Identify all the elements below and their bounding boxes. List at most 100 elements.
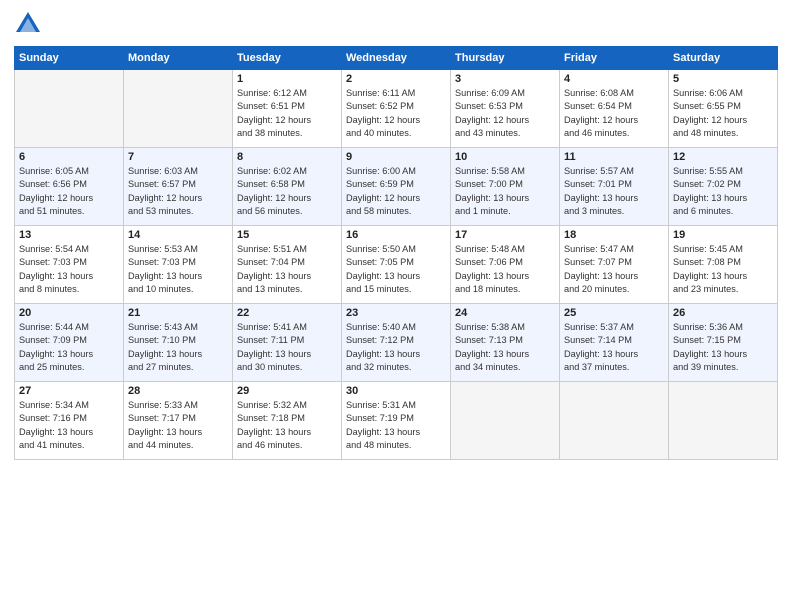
- day-info: Sunrise: 5:55 AM Sunset: 7:02 PM Dayligh…: [673, 165, 773, 218]
- day-cell: 18 Sunrise: 5:47 AM Sunset: 7:07 PM Dayli…: [560, 226, 669, 304]
- day-info: Sunrise: 5:45 AM Sunset: 7:08 PM Dayligh…: [673, 243, 773, 296]
- day-info: Sunrise: 5:34 AM Sunset: 7:16 PM Dayligh…: [19, 399, 119, 452]
- day-info: Sunrise: 6:11 AM Sunset: 6:52 PM Dayligh…: [346, 87, 446, 140]
- day-cell: 28 Sunrise: 5:33 AM Sunset: 7:17 PM Dayli…: [124, 382, 233, 460]
- day-cell: 12 Sunrise: 5:55 AM Sunset: 7:02 PM Dayli…: [669, 148, 778, 226]
- day-number: 13: [19, 229, 119, 241]
- day-number: 9: [346, 151, 446, 163]
- day-number: 19: [673, 229, 773, 241]
- day-number: 26: [673, 307, 773, 319]
- day-number: 21: [128, 307, 228, 319]
- day-cell: 26 Sunrise: 5:36 AM Sunset: 7:15 PM Dayli…: [669, 304, 778, 382]
- col-header-wednesday: Wednesday: [342, 47, 451, 70]
- day-cell: 15 Sunrise: 5:51 AM Sunset: 7:04 PM Dayli…: [233, 226, 342, 304]
- week-row-2: 6Sunrise: 6:05 AM Sunset: 6:56 PM Daylig…: [15, 148, 778, 226]
- day-info: Sunrise: 5:48 AM Sunset: 7:06 PM Dayligh…: [455, 243, 555, 296]
- day-cell: 22 Sunrise: 5:41 AM Sunset: 7:11 PM Dayli…: [233, 304, 342, 382]
- day-cell: 6Sunrise: 6:05 AM Sunset: 6:56 PM Daylig…: [15, 148, 124, 226]
- day-cell: 2 Sunrise: 6:11 AM Sunset: 6:52 PM Daylig…: [342, 70, 451, 148]
- day-info: Sunrise: 5:47 AM Sunset: 7:07 PM Dayligh…: [564, 243, 664, 296]
- day-cell: 10 Sunrise: 5:58 AM Sunset: 7:00 PM Dayli…: [451, 148, 560, 226]
- day-info: Sunrise: 5:38 AM Sunset: 7:13 PM Dayligh…: [455, 321, 555, 374]
- day-number: 17: [455, 229, 555, 241]
- day-cell: 9Sunrise: 6:00 AM Sunset: 6:59 PM Daylig…: [342, 148, 451, 226]
- col-header-saturday: Saturday: [669, 47, 778, 70]
- page-header: [14, 10, 778, 38]
- day-number: 2: [346, 73, 446, 85]
- day-info: Sunrise: 6:08 AM Sunset: 6:54 PM Dayligh…: [564, 87, 664, 140]
- day-number: 15: [237, 229, 337, 241]
- day-number: 8: [237, 151, 337, 163]
- day-number: 28: [128, 385, 228, 397]
- day-cell: [451, 382, 560, 460]
- day-number: 6: [19, 151, 119, 163]
- week-row-3: 13 Sunrise: 5:54 AM Sunset: 7:03 PM Dayli…: [15, 226, 778, 304]
- logo: [14, 10, 44, 38]
- day-cell: 16 Sunrise: 5:50 AM Sunset: 7:05 PM Dayli…: [342, 226, 451, 304]
- day-number: 25: [564, 307, 664, 319]
- col-header-monday: Monday: [124, 47, 233, 70]
- day-info: Sunrise: 5:33 AM Sunset: 7:17 PM Dayligh…: [128, 399, 228, 452]
- day-cell: [15, 70, 124, 148]
- page-container: SundayMondayTuesdayWednesdayThursdayFrid…: [0, 0, 792, 470]
- day-info: Sunrise: 5:32 AM Sunset: 7:18 PM Dayligh…: [237, 399, 337, 452]
- day-cell: 30Sunrise: 5:31 AM Sunset: 7:19 PM Dayli…: [342, 382, 451, 460]
- day-number: 1: [237, 73, 337, 85]
- day-cell: 25 Sunrise: 5:37 AM Sunset: 7:14 PM Dayli…: [560, 304, 669, 382]
- day-cell: 4 Sunrise: 6:08 AM Sunset: 6:54 PM Daylig…: [560, 70, 669, 148]
- day-info: Sunrise: 6:03 AM Sunset: 6:57 PM Dayligh…: [128, 165, 228, 218]
- day-info: Sunrise: 5:51 AM Sunset: 7:04 PM Dayligh…: [237, 243, 337, 296]
- day-number: 29: [237, 385, 337, 397]
- day-info: Sunrise: 6:09 AM Sunset: 6:53 PM Dayligh…: [455, 87, 555, 140]
- day-cell: 21 Sunrise: 5:43 AM Sunset: 7:10 PM Dayli…: [124, 304, 233, 382]
- day-number: 14: [128, 229, 228, 241]
- day-number: 4: [564, 73, 664, 85]
- day-info: Sunrise: 6:06 AM Sunset: 6:55 PM Dayligh…: [673, 87, 773, 140]
- day-number: 10: [455, 151, 555, 163]
- day-cell: 8 Sunrise: 6:02 AM Sunset: 6:58 PM Daylig…: [233, 148, 342, 226]
- day-cell: 11Sunrise: 5:57 AM Sunset: 7:01 PM Dayli…: [560, 148, 669, 226]
- day-cell: 7 Sunrise: 6:03 AM Sunset: 6:57 PM Daylig…: [124, 148, 233, 226]
- day-number: 16: [346, 229, 446, 241]
- col-header-thursday: Thursday: [451, 47, 560, 70]
- day-cell: 5 Sunrise: 6:06 AM Sunset: 6:55 PM Daylig…: [669, 70, 778, 148]
- day-cell: 20 Sunrise: 5:44 AM Sunset: 7:09 PM Dayli…: [15, 304, 124, 382]
- col-header-tuesday: Tuesday: [233, 47, 342, 70]
- day-info: Sunrise: 5:31 AM Sunset: 7:19 PM Dayligh…: [346, 399, 446, 452]
- calendar-table: SundayMondayTuesdayWednesdayThursdayFrid…: [14, 46, 778, 460]
- day-cell: [669, 382, 778, 460]
- day-info: Sunrise: 5:37 AM Sunset: 7:14 PM Dayligh…: [564, 321, 664, 374]
- day-info: Sunrise: 6:12 AM Sunset: 6:51 PM Dayligh…: [237, 87, 337, 140]
- week-row-1: 1 Sunrise: 6:12 AM Sunset: 6:51 PM Daylig…: [15, 70, 778, 148]
- day-number: 3: [455, 73, 555, 85]
- day-number: 12: [673, 151, 773, 163]
- day-info: Sunrise: 6:02 AM Sunset: 6:58 PM Dayligh…: [237, 165, 337, 218]
- day-number: 23: [346, 307, 446, 319]
- day-cell: 13 Sunrise: 5:54 AM Sunset: 7:03 PM Dayli…: [15, 226, 124, 304]
- day-info: Sunrise: 5:58 AM Sunset: 7:00 PM Dayligh…: [455, 165, 555, 218]
- day-info: Sunrise: 5:54 AM Sunset: 7:03 PM Dayligh…: [19, 243, 119, 296]
- day-number: 20: [19, 307, 119, 319]
- day-info: Sunrise: 5:44 AM Sunset: 7:09 PM Dayligh…: [19, 321, 119, 374]
- day-number: 22: [237, 307, 337, 319]
- day-number: 24: [455, 307, 555, 319]
- day-info: Sunrise: 5:36 AM Sunset: 7:15 PM Dayligh…: [673, 321, 773, 374]
- day-number: 18: [564, 229, 664, 241]
- day-cell: 19 Sunrise: 5:45 AM Sunset: 7:08 PM Dayli…: [669, 226, 778, 304]
- day-cell: 27Sunrise: 5:34 AM Sunset: 7:16 PM Dayli…: [15, 382, 124, 460]
- day-number: 5: [673, 73, 773, 85]
- day-number: 7: [128, 151, 228, 163]
- day-cell: 23 Sunrise: 5:40 AM Sunset: 7:12 PM Dayli…: [342, 304, 451, 382]
- day-info: Sunrise: 5:40 AM Sunset: 7:12 PM Dayligh…: [346, 321, 446, 374]
- header-row: SundayMondayTuesdayWednesdayThursdayFrid…: [15, 47, 778, 70]
- day-info: Sunrise: 5:53 AM Sunset: 7:03 PM Dayligh…: [128, 243, 228, 296]
- day-info: Sunrise: 5:50 AM Sunset: 7:05 PM Dayligh…: [346, 243, 446, 296]
- col-header-friday: Friday: [560, 47, 669, 70]
- day-cell: [124, 70, 233, 148]
- day-info: Sunrise: 5:43 AM Sunset: 7:10 PM Dayligh…: [128, 321, 228, 374]
- week-row-5: 27Sunrise: 5:34 AM Sunset: 7:16 PM Dayli…: [15, 382, 778, 460]
- day-number: 11: [564, 151, 664, 163]
- day-info: Sunrise: 5:41 AM Sunset: 7:11 PM Dayligh…: [237, 321, 337, 374]
- day-cell: 1 Sunrise: 6:12 AM Sunset: 6:51 PM Daylig…: [233, 70, 342, 148]
- day-cell: 17 Sunrise: 5:48 AM Sunset: 7:06 PM Dayli…: [451, 226, 560, 304]
